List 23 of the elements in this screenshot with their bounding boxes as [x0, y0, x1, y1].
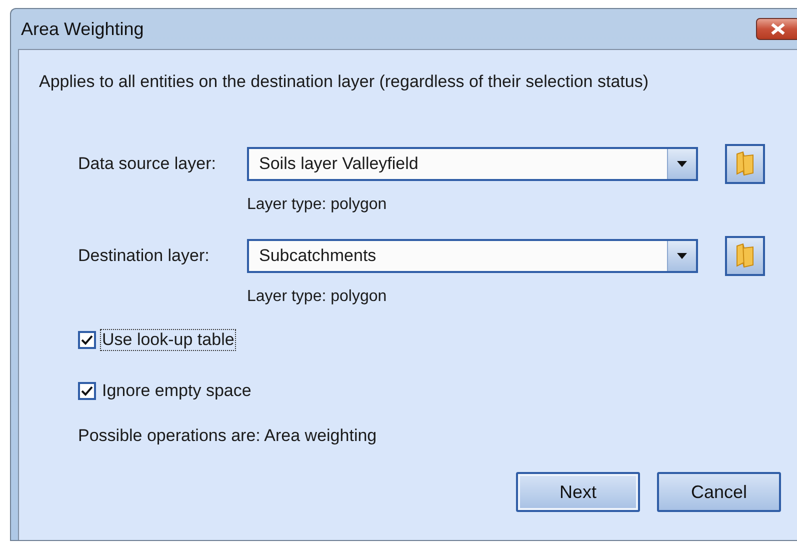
- close-button[interactable]: [756, 18, 797, 40]
- field-label: Data source layer:: [77, 154, 217, 174]
- folder-icon: [735, 243, 755, 269]
- dropdown-arrow-icon: [677, 253, 687, 259]
- layer-dropdown[interactable]: Subcatchments: [247, 239, 698, 273]
- operations-text: Possible operations are: Area weighting: [78, 426, 378, 446]
- window-title: Area Weighting: [20, 18, 144, 40]
- cancel-button[interactable]: Cancel: [657, 472, 781, 512]
- next-button[interactable]: Next: [516, 472, 640, 512]
- checkbox-label[interactable]: Use look-up table: [100, 328, 236, 350]
- field-label: Destination layer:: [77, 246, 210, 266]
- close-icon: [771, 23, 785, 35]
- checkbox[interactable]: [78, 330, 96, 348]
- browse-button[interactable]: [725, 236, 765, 276]
- browse-button[interactable]: [725, 144, 765, 184]
- folder-icon: [735, 151, 755, 177]
- layer-dropdown[interactable]: Soils layer Valleyfield: [247, 147, 698, 181]
- checkbox[interactable]: [78, 382, 96, 400]
- layer-type-text: Layer type: polygon: [246, 288, 388, 306]
- dropdown-arrow-icon: [677, 161, 687, 167]
- checkbox-label[interactable]: Ignore empty space: [100, 380, 254, 402]
- layer-type-text: Layer type: polygon: [246, 196, 388, 214]
- description-text: Applies to all entities on the destination layer (regardless of their selection status): [39, 72, 650, 92]
